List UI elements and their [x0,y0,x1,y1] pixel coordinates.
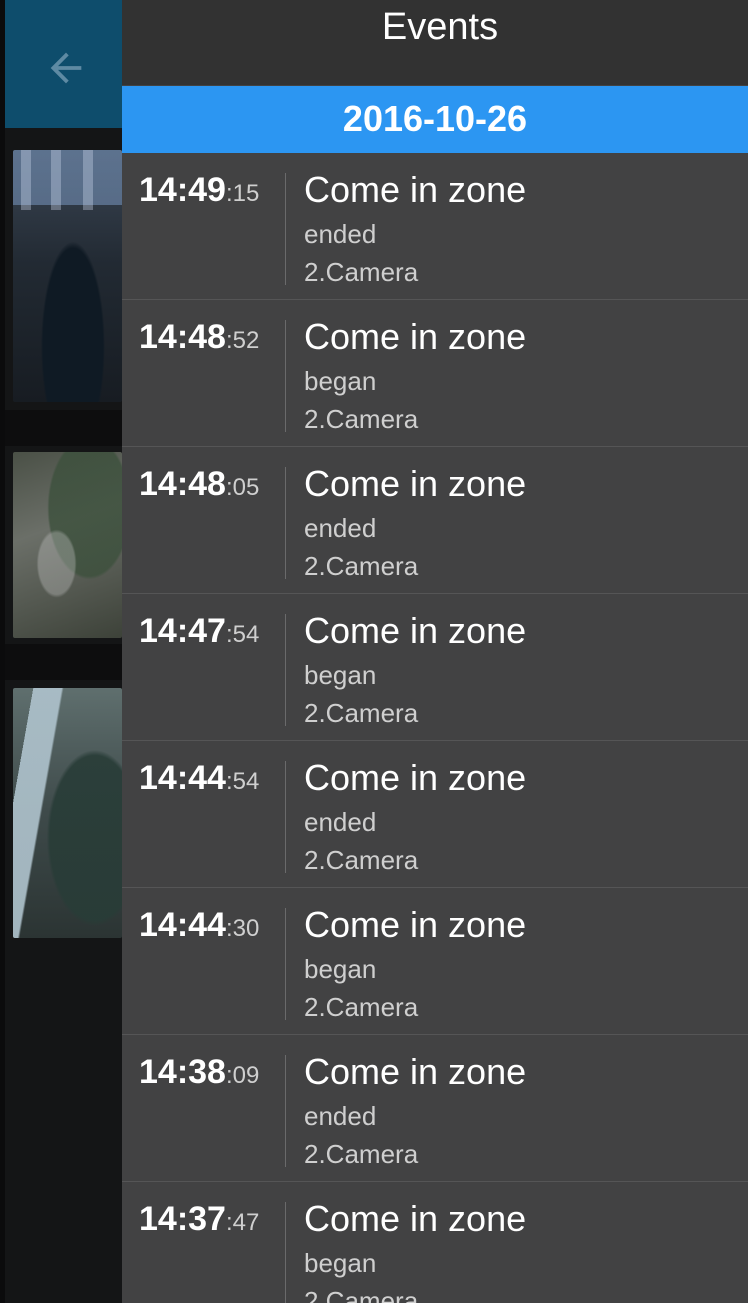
divider [285,761,286,873]
event-item[interactable]: 14:38:09 Come in zone ended 2.Camera [122,1035,748,1182]
event-title: Come in zone [304,1198,527,1239]
events-panel: Events 2016-10-26 14:49:15 Come in zone … [122,0,748,1303]
event-state: ended [304,1101,377,1131]
event-time-hm: 14:48 [139,318,226,356]
event-item[interactable]: 14:48:52 Come in zone began 2.Camera [122,300,748,447]
event-camera: 2.Camera [304,992,419,1022]
event-time-sec: :54 [225,621,260,648]
event-time-hm: 14:37 [139,1200,226,1238]
event-time: 14:48:52 [139,318,259,357]
event-time-hm: 14:49 [139,171,226,209]
event-item[interactable]: 14:44:30 Come in zone began 2.Camera [122,888,748,1035]
event-time-sec: :09 [225,1062,260,1089]
divider [285,173,286,285]
event-camera: 2.Camera [304,551,419,581]
date-label: 2016-10-26 [342,98,528,139]
camera-thumbnail[interactable] [13,150,122,402]
event-state: ended [304,219,377,249]
event-title: Come in zone [304,904,527,945]
event-time-hm: 14:44 [139,906,226,944]
event-time: 14:47:54 [139,612,259,651]
divider [285,908,286,1020]
event-state: ended [304,807,377,837]
divider [285,1055,286,1167]
event-list: 14:49:15 Come in zone ended 2.Camera 14:… [122,153,748,1303]
event-item[interactable]: 14:49:15 Come in zone ended 2.Camera [122,153,748,300]
event-time-sec: :54 [225,768,260,795]
event-time: 14:38:09 [139,1053,259,1092]
page-title: Events [381,6,499,48]
event-camera: 2.Camera [304,1286,419,1303]
event-item[interactable]: 14:47:54 Come in zone began 2.Camera [122,594,748,741]
event-title: Come in zone [304,463,527,504]
divider [285,467,286,579]
event-time: 14:44:54 [139,759,259,798]
events-header: Events [122,0,748,85]
event-time: 14:49:15 [139,171,259,210]
event-time: 14:44:30 [139,906,259,945]
event-title: Come in zone [304,610,527,651]
event-camera: 2.Camera [304,1139,419,1169]
event-item[interactable]: 14:48:05 Come in zone ended 2.Camera [122,447,748,594]
event-title: Come in zone [304,169,527,210]
event-time-hm: 14:47 [139,612,226,650]
event-time-hm: 14:48 [139,465,226,503]
event-state: began [304,660,377,690]
camera-thumbnail[interactable] [13,452,122,638]
event-item[interactable]: 14:37:47 Come in zone began 2.Camera [122,1182,748,1303]
event-camera: 2.Camera [304,257,419,287]
event-camera: 2.Camera [304,698,419,728]
divider [285,614,286,726]
event-title: Come in zone [304,316,527,357]
event-time-sec: :52 [225,327,260,354]
event-camera: 2.Camera [304,845,419,875]
date-header: 2016-10-26 [122,86,748,153]
app-toolbar [5,0,122,128]
event-time-hm: 14:38 [139,1053,226,1091]
camera-thumbnail[interactable] [13,688,122,938]
event-time-sec: :15 [225,180,260,207]
event-state: began [304,1248,377,1278]
event-item[interactable]: 14:44:54 Come in zone ended 2.Camera [122,741,748,888]
event-state: began [304,366,377,396]
event-time-sec: :05 [225,474,260,501]
event-time: 14:37:47 [139,1200,259,1239]
event-title: Come in zone [304,1051,527,1092]
divider [285,320,286,432]
event-time-hm: 14:44 [139,759,226,797]
event-title: Come in zone [304,757,527,798]
app-screen: Events 2016-10-26 14:49:15 Come in zone … [0,0,748,1303]
arrow-left-icon[interactable] [43,45,89,91]
event-state: ended [304,513,377,543]
divider [285,1202,286,1303]
event-state: began [304,954,377,984]
divider [5,644,122,680]
event-camera: 2.Camera [304,404,419,434]
event-time: 14:48:05 [139,465,259,504]
divider [5,410,122,446]
event-time-sec: :47 [225,1209,260,1236]
event-time-sec: :30 [225,915,260,942]
